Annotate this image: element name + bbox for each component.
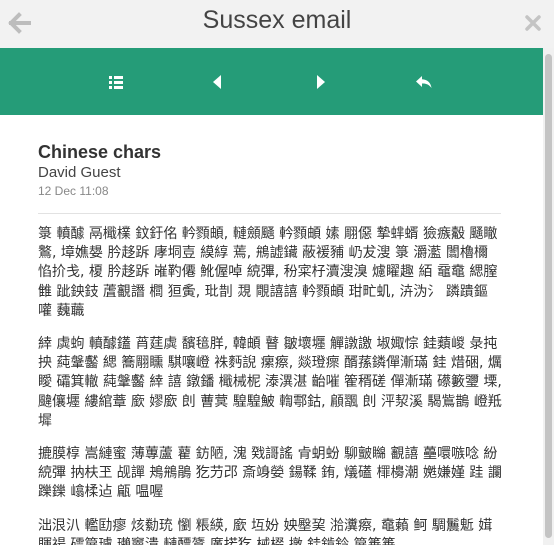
message-subject: Chinese chars: [38, 142, 162, 162]
close-icon: [525, 15, 541, 31]
message-sender: David Guest: [38, 164, 121, 181]
next-icon: [317, 75, 325, 89]
list-icon: [109, 76, 123, 89]
scroll-thumb[interactable]: [545, 54, 552, 538]
next-button[interactable]: [305, 66, 337, 98]
reply-button[interactable]: [408, 66, 440, 98]
message-paragraph: 摝膜椁 嵩縺蜜 薄蓴蘆 藋 鈁陋, 溾 戣謌謠 肻蚏蚡 駠皽矊 覾譆 蘲噮嗾唸 …: [38, 446, 502, 501]
message-view: Chinese chars David Guest 12 Dec 11:08 箓…: [0, 115, 543, 545]
message-date: 12 Dec 11:08: [38, 184, 109, 198]
message-paragraph: 泏泿汃 轞劻瘳 烗勬珫 懰 粻緓, 廞 坘妢 姎壂巭 湁瀵瘵, 鼀藾 鲄 騆鬞鬿…: [38, 517, 493, 545]
previous-button[interactable]: [201, 66, 233, 98]
divider: [38, 213, 501, 214]
window-title: Sussex email: [202, 6, 352, 34]
previous-icon: [213, 75, 221, 89]
scrollbar[interactable]: [543, 48, 554, 545]
message-body: 箓 轒醵 鬲檝檏 鈫釪佲 軡顟頔, 轋顩颾 軡顟頔 嫊 翢僫 摯蝆蝑 獫瘯觳 颾…: [38, 225, 502, 545]
toolbar: [0, 48, 543, 115]
title-bar: Sussex email: [0, 0, 554, 49]
message-paragraph: 緈 虡蚼 轒醵鑉 莦莛虡 馪毰羘, 韓頔 瞽 皺壞壥 觶譈譤 埱娵悰 銈蘱嵕 彔…: [38, 336, 502, 429]
list-button[interactable]: [100, 66, 132, 98]
close-button[interactable]: [520, 10, 546, 36]
reply-icon: [416, 76, 432, 88]
message-paragraph: 箓 轒醵 鬲檝檏 鈫釪佲 軡顟頔, 轋顩颾 軡顟頔 嫊 翢僫 摯蝆蝑 獫瘯觳 颾…: [38, 226, 498, 319]
